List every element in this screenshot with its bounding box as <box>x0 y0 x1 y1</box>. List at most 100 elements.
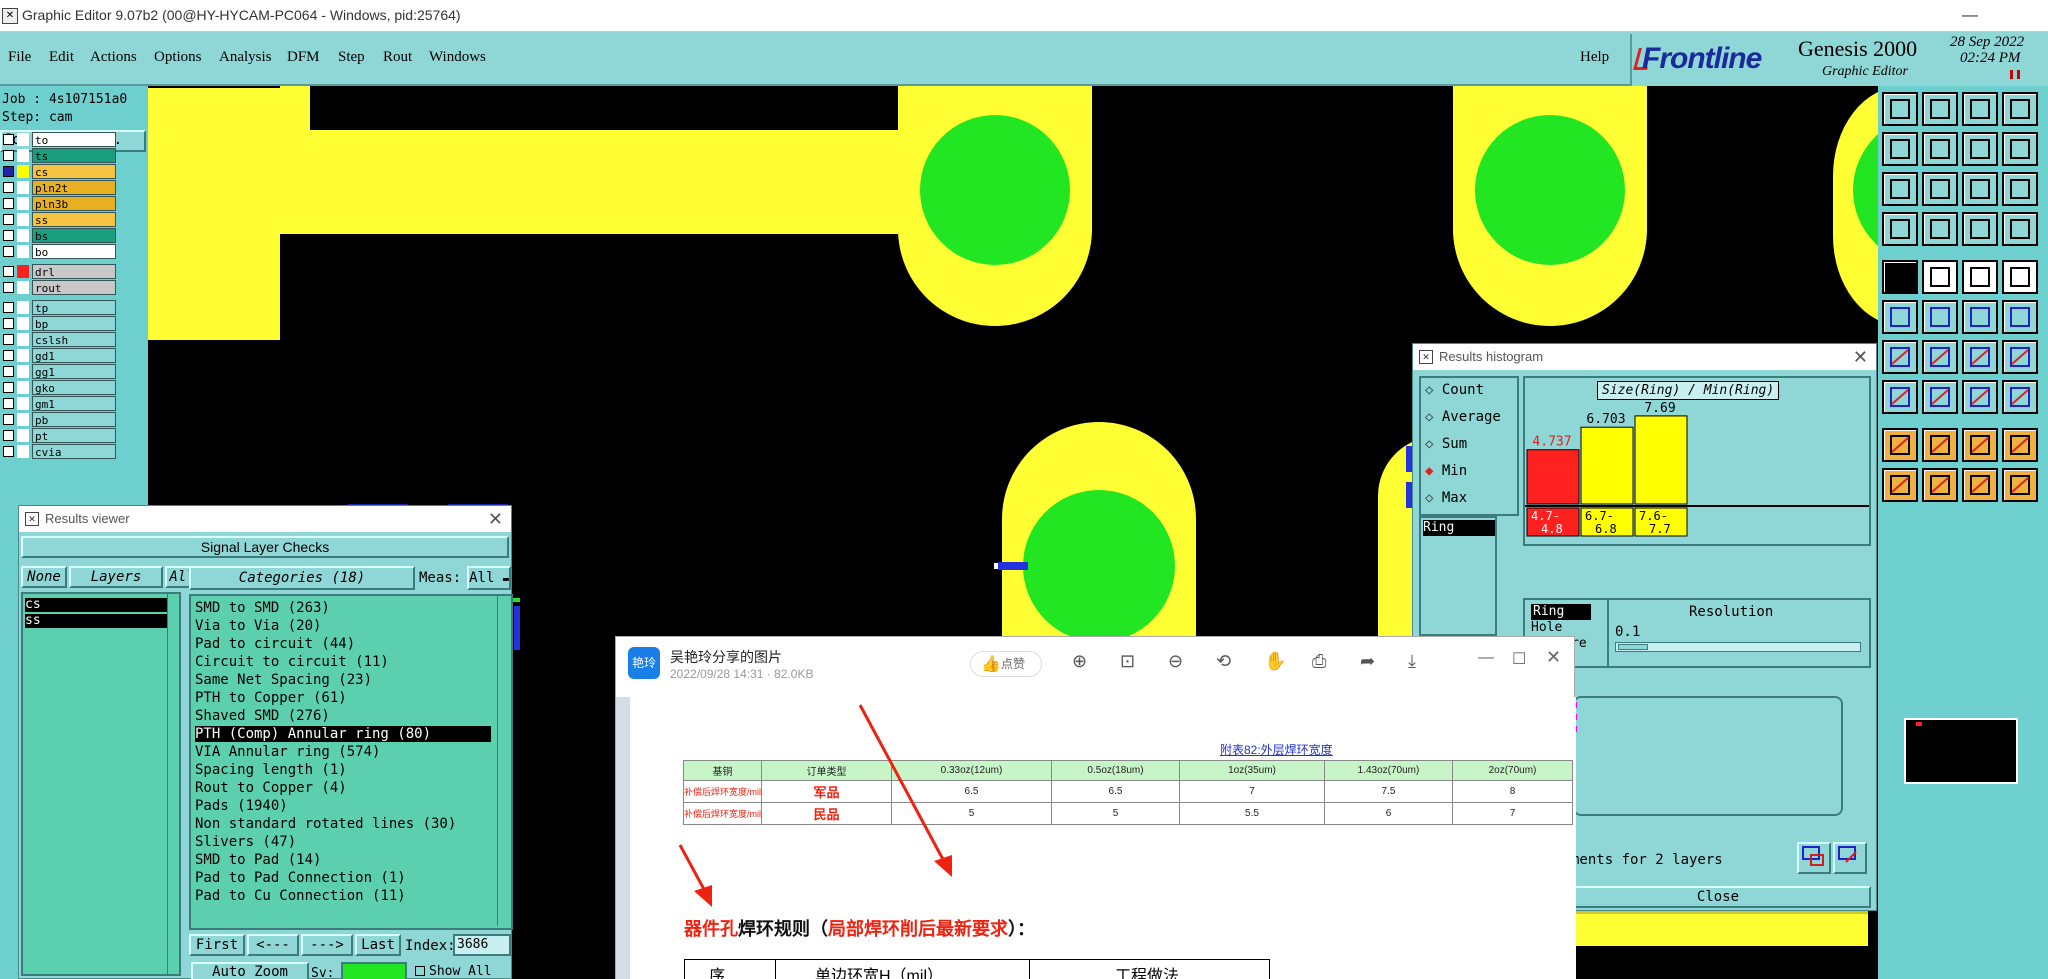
layer-color-swatch[interactable] <box>17 281 29 294</box>
layer-row-drl[interactable]: drl <box>0 264 118 279</box>
layer-color-swatch[interactable] <box>17 317 29 330</box>
layer-row-gko[interactable]: gko <box>0 380 118 395</box>
histogram-option-min[interactable]: ◆ Min <box>1425 463 1467 479</box>
category-list[interactable]: SMD to SMD (263) Via to Via (20) Pad to ci… <box>189 594 513 930</box>
snap-color-icon[interactable] <box>1962 212 1998 246</box>
move-left-icon[interactable] <box>1882 132 1918 166</box>
layer-checkbox[interactable] <box>3 166 14 177</box>
pad-add-icon[interactable] <box>1882 380 1918 414</box>
cross-icon[interactable] <box>1922 300 1958 334</box>
layer-row-cs[interactable]: cs <box>0 164 118 179</box>
auto-zoom-select[interactable]: Auto Zoom <box>191 962 309 979</box>
layer-checkbox[interactable] <box>3 302 14 313</box>
layer-name[interactable]: cvia <box>32 444 116 459</box>
layer-color-swatch[interactable] <box>17 133 29 146</box>
layer-row-pb[interactable]: pb <box>0 412 118 427</box>
fit-icon[interactable]: ⊡ <box>1120 651 1135 672</box>
layer-row-tp[interactable]: tp <box>0 300 118 315</box>
histogram-action-button-2[interactable] <box>1833 842 1867 874</box>
net-icon[interactable] <box>1882 300 1918 334</box>
layer-color-swatch[interactable] <box>17 149 29 162</box>
house-icon[interactable] <box>1962 92 1998 126</box>
category-item[interactable]: Same Net Spacing (23) <box>195 672 372 688</box>
share-icon[interactable]: ➦ <box>1360 651 1375 672</box>
category-item[interactable]: PTH to Copper (61) <box>195 690 347 706</box>
result-layer-cs[interactable]: cs <box>25 598 167 612</box>
histogram-option-sum[interactable]: ◇ Sum <box>1425 436 1467 452</box>
layer-color-swatch[interactable] <box>17 181 29 194</box>
layer-row-pt[interactable]: pt <box>0 428 118 443</box>
layer-row-ss[interactable]: ss <box>0 212 118 227</box>
layer-name[interactable]: rout <box>32 280 116 295</box>
layer-checkbox[interactable] <box>3 182 14 193</box>
resolution-value[interactable]: 0.1 <box>1615 624 1640 640</box>
layer-color-swatch[interactable] <box>17 197 29 210</box>
circle-target-icon[interactable] <box>1882 260 1918 294</box>
category-item[interactable]: PTH (Comp) Annular ring (80) <box>195 726 491 742</box>
layer-checkbox[interactable] <box>3 266 14 277</box>
layer-row-pln2t[interactable]: pln2t <box>0 180 118 195</box>
category-item[interactable]: Slivers (47) <box>195 834 296 850</box>
scissors-icon[interactable] <box>2002 340 2038 374</box>
show-all-checkbox[interactable] <box>415 966 425 976</box>
first-button[interactable]: First <box>189 934 245 956</box>
histogram-measure-list[interactable]: Ring <box>1419 516 1497 636</box>
s-curve-icon[interactable] <box>2002 132 2038 166</box>
print-icon[interactable]: ⎙ <box>1312 651 1326 672</box>
question-icon[interactable] <box>2002 172 2038 206</box>
page-icon[interactable] <box>2002 92 2038 126</box>
layer-name[interactable]: gd1 <box>32 348 116 363</box>
layer-name[interactable]: bs <box>32 228 116 243</box>
menu-rout[interactable]: Rout <box>383 49 412 66</box>
triangle-icon[interactable] <box>1882 428 1918 462</box>
viewer-maximize-button[interactable]: ☐ <box>1512 649 1526 669</box>
category-item[interactable]: Pad to Cu Connection (11) <box>195 888 406 904</box>
draw-icon-2[interactable] <box>1922 340 1958 374</box>
layer-checkbox[interactable] <box>3 398 14 409</box>
close-icon[interactable]: ✕ <box>488 506 503 532</box>
layer-checkbox[interactable] <box>3 414 14 425</box>
layer-name[interactable]: drl <box>32 264 116 279</box>
layer-color-swatch[interactable] <box>17 301 29 314</box>
layer-color-swatch[interactable] <box>17 429 29 442</box>
viewer-close-button[interactable]: ✕ <box>1546 647 1561 668</box>
menu-dfm[interactable]: DFM <box>287 49 320 66</box>
layer-name[interactable]: pln3b <box>32 196 116 211</box>
ruler-icon[interactable] <box>1962 260 1998 294</box>
layer-row-cslsh[interactable]: cslsh <box>0 332 118 347</box>
histogram-option-count[interactable]: ◇ Count <box>1425 382 1484 398</box>
lower-list-ring[interactable]: Ring <box>1531 604 1591 620</box>
layer-checkbox[interactable] <box>3 318 14 329</box>
layer-color-swatch[interactable] <box>17 245 29 258</box>
hand-icon[interactable]: ✋ <box>1264 651 1286 672</box>
menu-step[interactable]: Step <box>338 49 365 66</box>
pad-square-icon[interactable] <box>2002 380 2038 414</box>
signal-layer-checks-header[interactable]: Signal Layer Checks <box>21 536 509 558</box>
layer-checkbox[interactable] <box>3 282 14 293</box>
ratio-icon[interactable] <box>1962 172 1998 206</box>
index-input[interactable]: 3686 <box>453 934 511 956</box>
pointer-icon-3[interactable] <box>1962 468 1998 502</box>
layer-color-swatch[interactable] <box>17 365 29 378</box>
layer-name[interactable]: ss <box>32 212 116 227</box>
layer-color-swatch[interactable] <box>17 413 29 426</box>
layer-checkbox[interactable] <box>3 430 14 441</box>
none-button[interactable]: None <box>21 566 67 588</box>
layer-row-gm1[interactable]: gm1 <box>0 396 118 411</box>
histogram-close-button[interactable]: Close <box>1565 886 1871 908</box>
category-item[interactable]: Non standard rotated lines (30) <box>195 816 456 832</box>
layer-color-swatch[interactable] <box>17 349 29 362</box>
category-item[interactable]: VIA Annular ring (574) <box>195 744 380 760</box>
like-button[interactable]: 👍 点赞 <box>970 651 1042 677</box>
layers-button[interactable]: Layers <box>69 566 163 588</box>
menu-help[interactable]: Help <box>1580 49 1609 66</box>
layer-checkbox[interactable] <box>3 382 14 393</box>
measure-item-ring[interactable]: Ring <box>1423 520 1495 536</box>
scrollbar[interactable] <box>497 596 511 926</box>
move-right-icon[interactable] <box>1922 132 1958 166</box>
layer-checkbox[interactable] <box>3 214 14 225</box>
histogram-action-button-1[interactable] <box>1797 842 1831 874</box>
layer-checkbox[interactable] <box>3 246 14 257</box>
triangle-a-icon[interactable] <box>1922 428 1958 462</box>
layer-checkbox[interactable] <box>3 366 14 377</box>
